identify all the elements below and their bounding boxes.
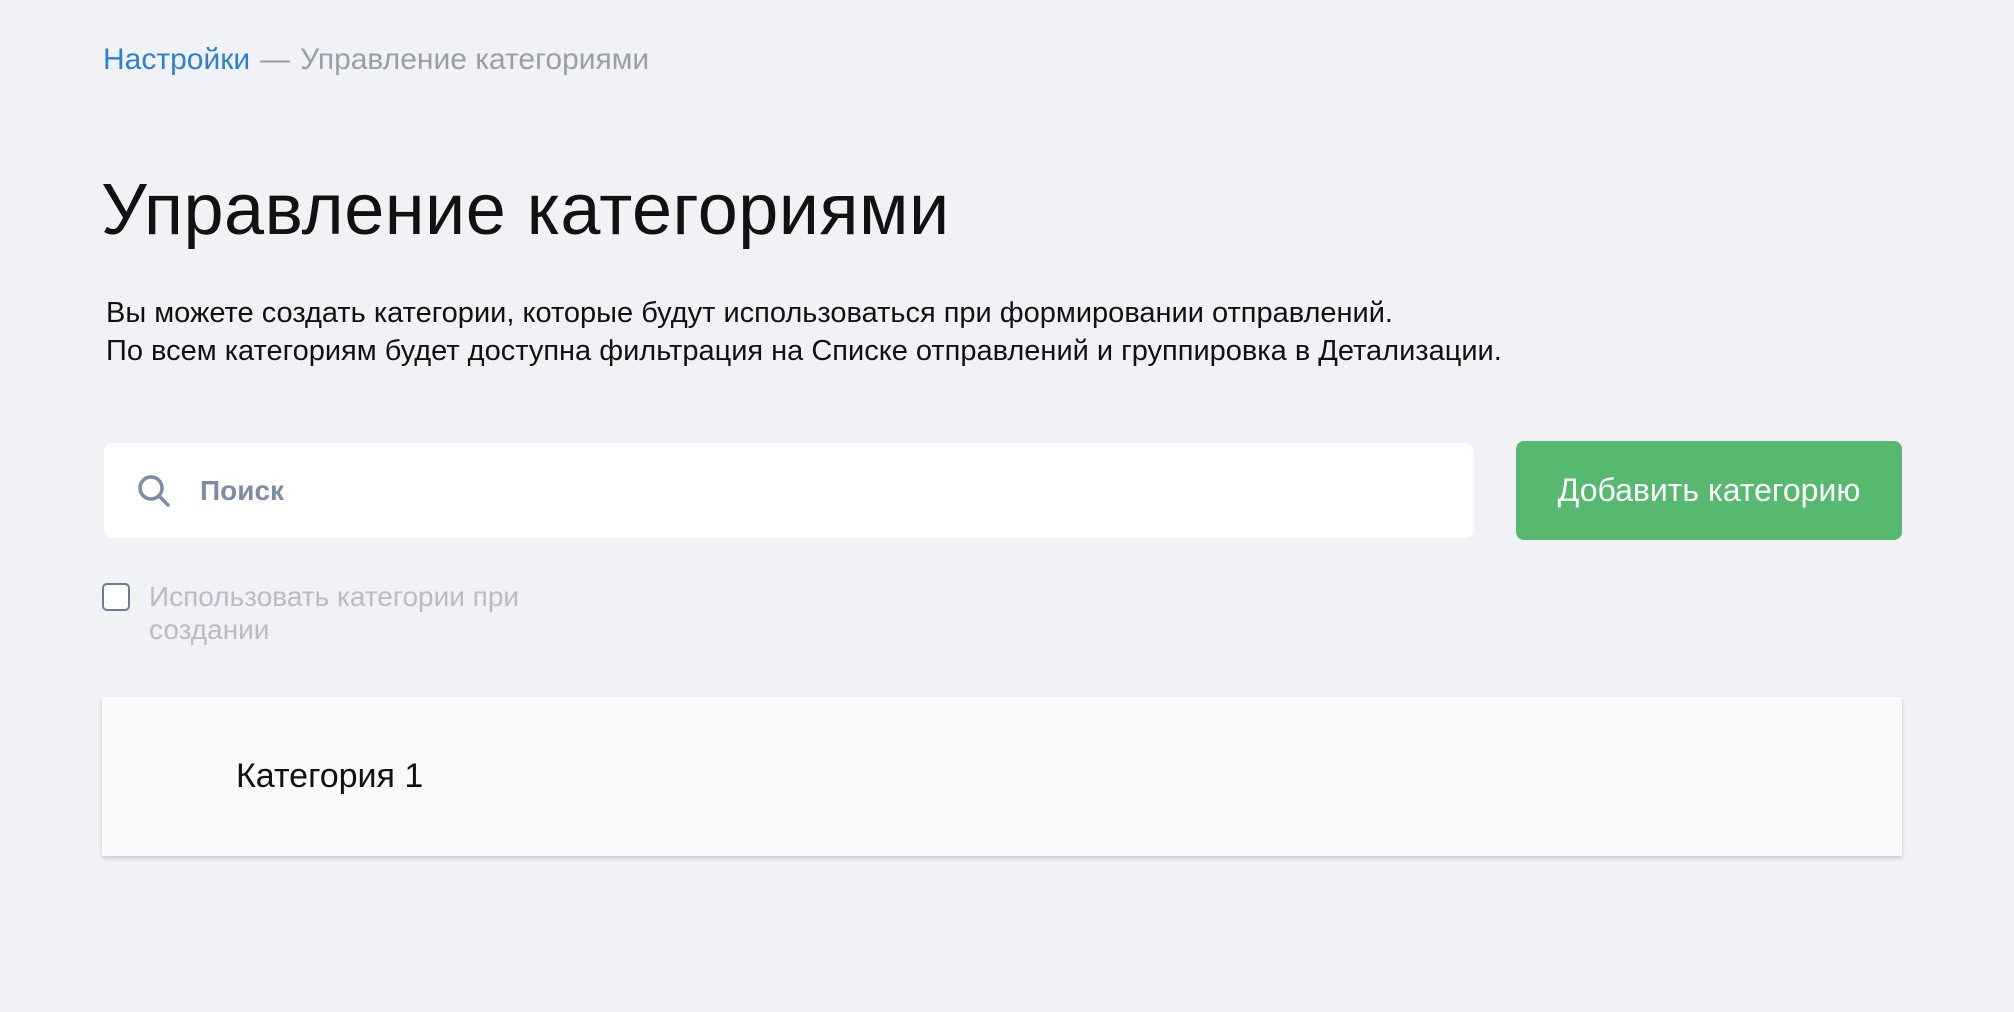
search-input[interactable] bbox=[200, 460, 1400, 521]
use-categories-option: Использовать категории при создании bbox=[102, 580, 569, 646]
breadcrumb-current: Управление категориями bbox=[300, 43, 650, 76]
page-title: Управление категориями bbox=[101, 170, 950, 250]
breadcrumb-separator: — bbox=[260, 43, 291, 76]
search-icon bbox=[138, 474, 170, 507]
category-name: Категория 1 bbox=[236, 757, 424, 795]
add-category-button[interactable]: Добавить категорию bbox=[1516, 441, 1902, 540]
breadcrumb-settings-link[interactable]: Настройки bbox=[103, 43, 250, 76]
use-categories-checkbox[interactable] bbox=[102, 583, 130, 611]
category-item[interactable]: Категория 1 bbox=[102, 697, 1902, 856]
breadcrumb: Настройки — Управление категориями bbox=[103, 40, 649, 80]
search-box[interactable] bbox=[104, 443, 1474, 538]
description-line-2: По всем категориям будет доступна фильтр… bbox=[106, 335, 1502, 367]
use-categories-label[interactable]: Использовать категории при создании bbox=[149, 580, 569, 646]
description-line-1: Вы можете создать категории, которые буд… bbox=[106, 297, 1393, 329]
page-description: Вы можете создать категории, которые буд… bbox=[106, 294, 1502, 370]
